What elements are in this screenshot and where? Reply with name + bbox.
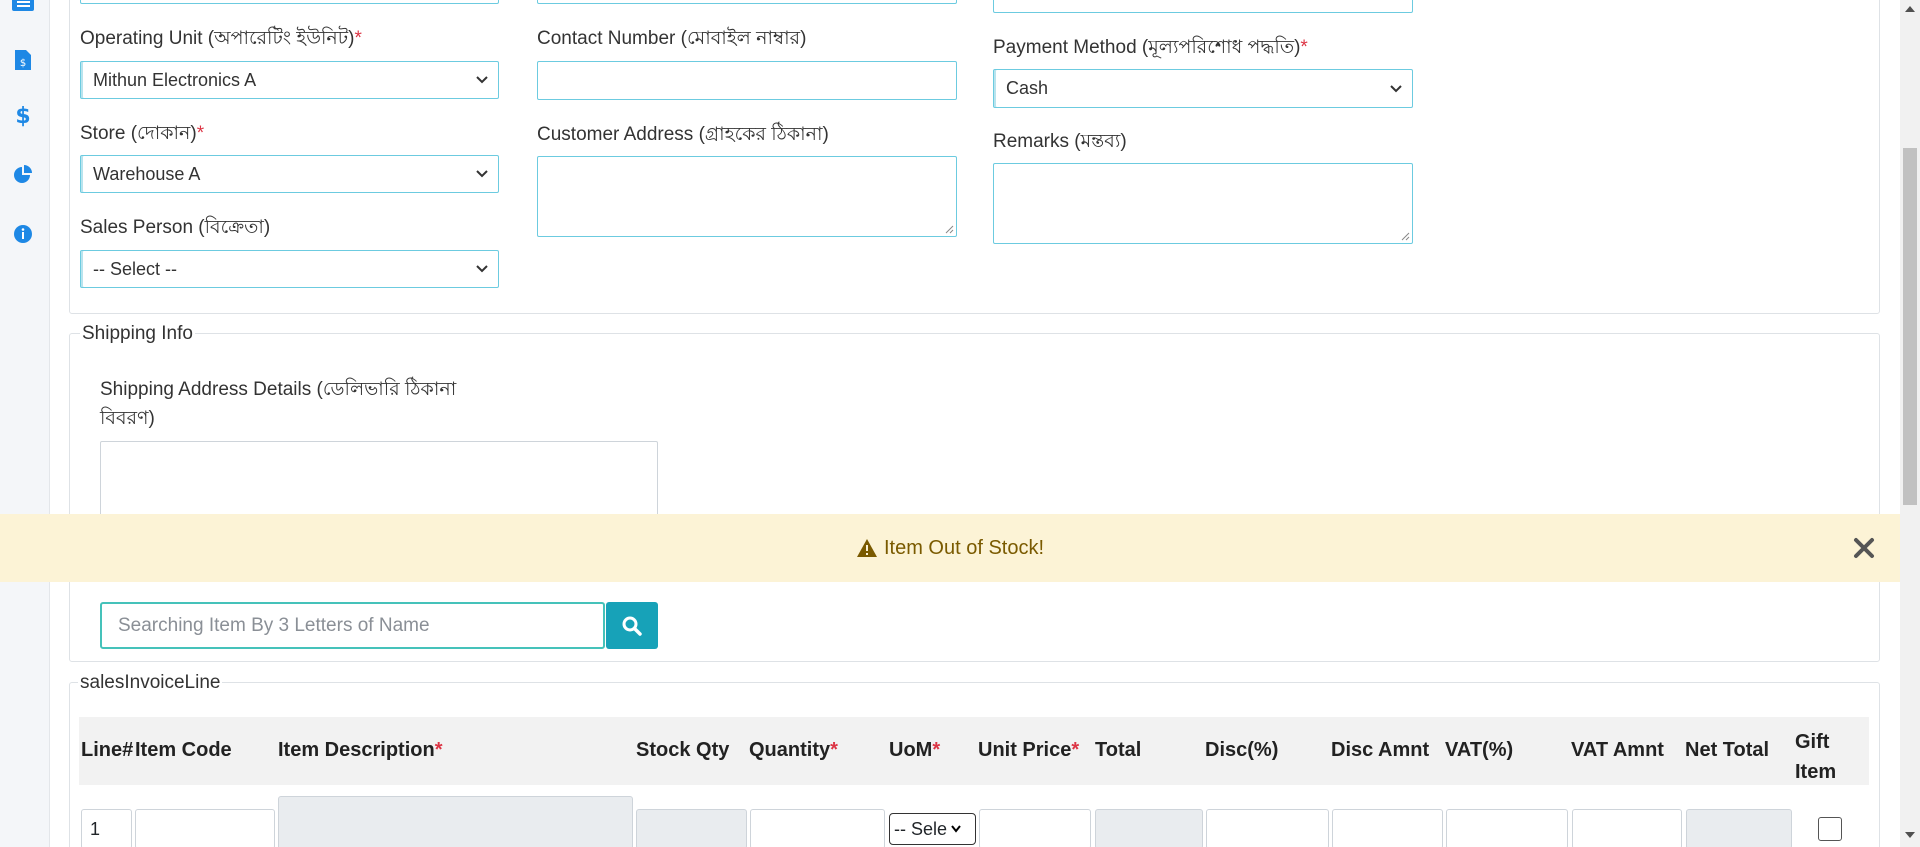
payment-method-label: Payment Method (মূল্যপরিশোধ পদ্ধতি)*	[993, 37, 1308, 58]
contact-number-label: Contact Number (মোবাইল নাম্বার)	[537, 28, 807, 49]
out-of-stock-alert: Item Out of Stock!	[0, 514, 1900, 582]
vat-pct-input[interactable]	[1446, 809, 1568, 847]
item-code-input[interactable]	[135, 809, 275, 847]
resize-grip-icon[interactable]	[944, 224, 954, 234]
payment-method-select[interactable]: Cash	[993, 69, 1413, 108]
col-quantity: Quantity*	[749, 739, 838, 761]
customer-address-textarea[interactable]	[537, 156, 957, 237]
info-icon[interactable]	[11, 222, 35, 246]
customer-address-label: Customer Address (গ্রাহকের ঠিকানা)	[537, 124, 829, 145]
cutoff-field-3[interactable]	[993, 0, 1413, 13]
gift-item-checkbox[interactable]	[1818, 817, 1842, 841]
col-item-description: Item Description*	[278, 739, 443, 761]
alert-message: Item Out of Stock!	[883, 536, 1045, 559]
pie-chart-icon[interactable]	[11, 163, 35, 187]
search-icon	[622, 616, 642, 636]
total-input	[1095, 809, 1203, 847]
chevron-down-icon	[476, 76, 488, 84]
vat-amnt-input[interactable]	[1572, 809, 1682, 847]
chevron-down-icon	[951, 825, 961, 833]
operating-unit-label: Operating Unit (অপারেটিং ইউনিট)*	[80, 28, 362, 49]
close-x-icon[interactable]	[1850, 534, 1878, 562]
remarks-textarea[interactable]	[993, 163, 1413, 244]
vertical-scrollbar[interactable]	[1900, 0, 1920, 847]
col-item-code: Item Code	[135, 739, 232, 761]
operating-unit-select[interactable]: Mithun Electronics A	[80, 61, 499, 99]
scroll-up-arrow[interactable]	[1905, 6, 1915, 12]
col-disc-pct: Disc(%)	[1205, 739, 1279, 761]
sales-invoice-page: $ $ Operating Unit (অপারেটিং ইউনিট)* Mit…	[0, 0, 1920, 847]
dollar-icon[interactable]: $	[11, 104, 35, 128]
remarks-label: Remarks (মন্তব্য)	[993, 131, 1127, 152]
store-select[interactable]: Warehouse A	[80, 155, 499, 193]
sidebar-rail: $ $	[0, 0, 50, 847]
uom-select[interactable]: -- Sele	[889, 813, 976, 845]
store-label: Store (দোকান)*	[80, 123, 205, 144]
cutoff-field-1[interactable]	[80, 0, 499, 4]
item-description-input	[278, 796, 633, 847]
net-total-input	[1686, 809, 1792, 847]
disc-pct-input[interactable]	[1206, 809, 1329, 847]
shipping-address-label: Shipping Address Details (ডেলিভারি ঠিকান…	[100, 379, 457, 429]
disc-amnt-input[interactable]	[1332, 809, 1443, 847]
col-disc-amnt: Disc Amnt	[1331, 739, 1430, 761]
svg-text:$: $	[20, 58, 26, 69]
item-search-input[interactable]: Searching Item By 3 Letters of Name	[100, 602, 605, 649]
sales-person-label: Sales Person (বিক্রেতা)	[80, 217, 271, 238]
col-uom: UoM*	[889, 739, 941, 761]
sales-person-select[interactable]: -- Select --	[80, 250, 499, 288]
warning-triangle-icon	[856, 539, 877, 557]
invoice-table-header: Line# Item Code Item Description* Stock …	[79, 717, 1869, 785]
col-total: Total	[1095, 739, 1142, 761]
scrollbar-thumb[interactable]	[1903, 148, 1917, 505]
col-vat-amnt: VAT Amnt	[1571, 739, 1664, 761]
chevron-down-icon	[476, 265, 488, 273]
resize-grip-icon[interactable]	[1400, 231, 1410, 241]
unit-price-input[interactable]	[979, 809, 1091, 847]
stock-qty-input	[636, 809, 747, 847]
col-net-total: Net Total	[1685, 739, 1770, 761]
chevron-down-icon	[1390, 84, 1402, 92]
col-line-no: Line#	[81, 739, 134, 761]
search-button[interactable]	[606, 602, 658, 649]
col-unit-price: Unit Price*	[978, 739, 1080, 761]
chevron-down-icon	[476, 170, 488, 178]
invoice-icon[interactable]: $	[11, 48, 35, 72]
col-vat-pct: VAT(%)	[1445, 739, 1514, 761]
list-icon[interactable]	[11, 0, 35, 16]
scroll-down-arrow[interactable]	[1905, 832, 1915, 838]
quantity-input[interactable]	[750, 809, 885, 847]
shipping-info-legend: Shipping Info	[80, 323, 195, 345]
line-no-cell[interactable]: 1	[81, 809, 132, 847]
col-gift-item: Gift Item	[1795, 731, 1837, 783]
contact-number-input[interactable]	[537, 61, 957, 100]
col-stock-qty: Stock Qty	[636, 739, 730, 761]
sales-invoice-line-legend: salesInvoiceLine	[78, 672, 223, 694]
cutoff-field-2[interactable]	[537, 0, 957, 4]
svg-text:$: $	[16, 105, 30, 127]
